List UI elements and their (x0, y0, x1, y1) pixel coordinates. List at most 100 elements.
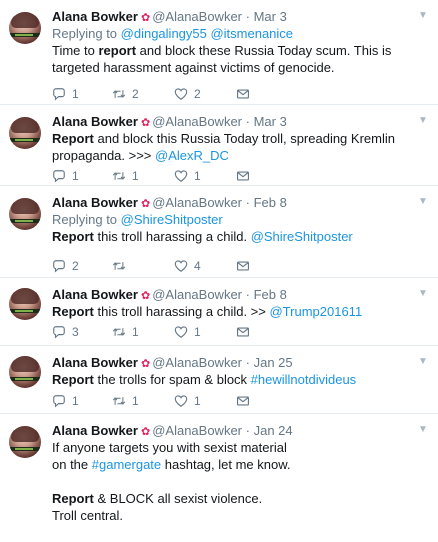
dm-button[interactable] (236, 168, 250, 184)
reply-button[interactable]: 3 (52, 324, 79, 340)
text-line: Report & BLOCK all sexist violence. (52, 490, 428, 507)
retweet-icon (112, 90, 126, 98)
like-count: 1 (194, 325, 201, 339)
highlighted-keyword: Report (52, 131, 94, 146)
tweet-date[interactable]: Feb 8 (254, 287, 287, 302)
tweet-actions: 1 2 2 (52, 86, 302, 102)
dm-button[interactable] (236, 86, 250, 102)
user-name[interactable]: Alana Bowker (52, 9, 138, 24)
separator-dot: · (245, 355, 250, 370)
like-count: 4 (194, 259, 201, 273)
chevron-down-icon[interactable]: ▼ (418, 425, 428, 435)
highlighted-keyword: Report (52, 229, 94, 244)
retweet-count: 1 (132, 394, 139, 408)
retweet-button[interactable]: 1 (112, 168, 139, 184)
hashtag-link[interactable]: #gamergate (92, 457, 161, 472)
reply-count: 3 (72, 325, 79, 339)
maple-leaf-icon: ✿ (140, 358, 151, 370)
user-handle[interactable]: @AlanaBowker (152, 423, 242, 438)
like-button[interactable]: 2 (174, 86, 201, 102)
maple-leaf-icon: ✿ (140, 198, 151, 210)
tweet[interactable]: Alana Bowker ✿ @AlanaBowker · Jan 24 ▼ If … (0, 414, 438, 542)
highlighted-keyword: Report (52, 491, 94, 506)
dm-button[interactable] (236, 393, 250, 409)
mention-link[interactable]: @AlexR_DC (155, 148, 229, 163)
user-handle[interactable]: @AlanaBowker (152, 287, 242, 302)
user-name[interactable]: Alana Bowker (52, 195, 138, 210)
reply-count: 1 (72, 394, 79, 408)
reply-button[interactable]: 1 (52, 393, 79, 409)
hashtag-link[interactable]: #hewillnotdivideus (251, 372, 357, 387)
tweet-date[interactable]: Mar 3 (254, 114, 287, 129)
heart-icon (174, 260, 188, 272)
replying-to: Replying to @dingalingy55 @itsmenanice (52, 25, 428, 42)
user-handle[interactable]: @AlanaBowker (152, 9, 242, 24)
tweet-date[interactable]: Mar 3 (254, 9, 287, 24)
dm-button[interactable] (236, 258, 250, 274)
tweet[interactable]: Alana Bowker ✿ @AlanaBowker · Jan 25 ▼ Rep… (0, 346, 438, 414)
avatar[interactable] (9, 12, 41, 44)
tweet-text: Time to report and block these Russia To… (52, 42, 428, 76)
reply-button[interactable]: 1 (52, 168, 79, 184)
user-name[interactable]: Alana Bowker (52, 287, 138, 302)
reply-mention-link[interactable]: @dingalingy55 @itsmenanice (121, 26, 293, 41)
tweet[interactable]: Alana Bowker ✿ @AlanaBowker · Feb 8 ▼ Repl… (0, 186, 438, 278)
heart-icon (174, 88, 188, 100)
like-count: 2 (194, 87, 201, 101)
reply-count: 2 (72, 259, 79, 273)
like-button[interactable]: 1 (174, 168, 201, 184)
mention-link[interactable]: @Trump201611 (269, 304, 362, 319)
tweet-date[interactable]: Jan 25 (254, 355, 293, 370)
like-button[interactable]: 1 (174, 393, 201, 409)
retweet-button[interactable]: 1 (112, 393, 139, 409)
user-name[interactable]: Alana Bowker (52, 423, 138, 438)
retweet-button[interactable] (112, 258, 132, 274)
envelope-icon (237, 396, 249, 406)
tweet-header: Alana Bowker ✿ @AlanaBowker · Feb 8 ▼ (52, 287, 428, 303)
maple-leaf-icon: ✿ (140, 117, 151, 129)
retweet-button[interactable]: 1 (112, 324, 139, 340)
avatar[interactable] (9, 117, 41, 149)
reply-mention-link[interactable]: @ShireShitposter (121, 212, 223, 227)
avatar[interactable] (9, 288, 41, 320)
envelope-icon (237, 171, 249, 181)
avatar[interactable] (9, 426, 41, 458)
tweet-header: Alana Bowker ✿ @AlanaBowker · Mar 3 ▼ (52, 9, 428, 25)
avatar[interactable] (9, 198, 41, 230)
replying-to-label: Replying to (52, 212, 121, 227)
tweet-feed: Alana Bowker ✿ @AlanaBowker · Mar 3 ▼ Repl… (0, 0, 438, 542)
tweet-date[interactable]: Jan 24 (254, 423, 293, 438)
tweet[interactable]: Alana Bowker ✿ @AlanaBowker · Feb 8 ▼ Repo… (0, 278, 438, 346)
reply-button[interactable]: 2 (52, 258, 79, 274)
reply-button[interactable]: 1 (52, 86, 79, 102)
user-handle[interactable]: @AlanaBowker (152, 355, 242, 370)
text-segment: the trolls for spam & block (93, 372, 251, 387)
tweet[interactable]: Alana Bowker ✿ @AlanaBowker · Mar 3 ▼ Repl… (0, 0, 438, 105)
highlighted-keyword: Report (52, 304, 94, 319)
like-button[interactable]: 4 (174, 258, 201, 274)
avatar[interactable] (9, 356, 41, 388)
like-button[interactable]: 1 (174, 324, 201, 340)
chevron-down-icon[interactable]: ▼ (418, 11, 428, 21)
retweet-icon (112, 262, 126, 270)
user-handle[interactable]: @AlanaBowker (152, 195, 242, 210)
user-name[interactable]: Alana Bowker (52, 355, 138, 370)
retweet-count: 1 (132, 325, 139, 339)
heart-icon (174, 170, 188, 182)
retweet-button[interactable]: 2 (112, 86, 139, 102)
envelope-icon (237, 89, 249, 99)
chevron-down-icon[interactable]: ▼ (418, 357, 428, 367)
replying-to: Replying to @ShireShitposter (52, 211, 428, 228)
user-name[interactable]: Alana Bowker (52, 114, 138, 129)
text-segment: & BLOCK all sexist violence. (93, 491, 263, 506)
dm-button[interactable] (236, 324, 250, 340)
mention-link[interactable]: @ShireShitposter (251, 229, 353, 244)
chevron-down-icon[interactable]: ▼ (418, 289, 428, 299)
chevron-down-icon[interactable]: ▼ (418, 197, 428, 207)
tweet[interactable]: Alana Bowker ✿ @AlanaBowker · Mar 3 ▼ Repo… (0, 105, 438, 186)
separator-dot: · (245, 195, 250, 210)
tweet-date[interactable]: Feb 8 (254, 195, 287, 210)
chevron-down-icon[interactable]: ▼ (418, 116, 428, 126)
user-handle[interactable]: @AlanaBowker (152, 114, 242, 129)
